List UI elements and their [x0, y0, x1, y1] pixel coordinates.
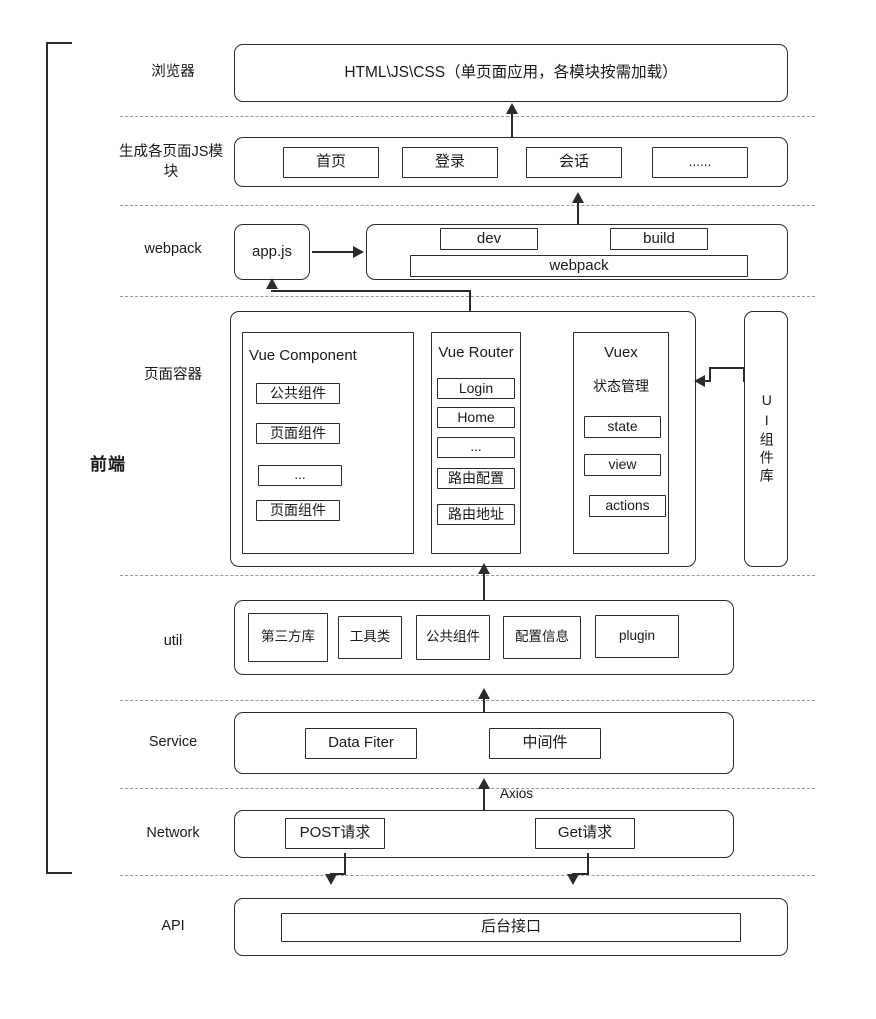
elbow-container-to-appjs-vert: [469, 291, 471, 313]
page-module-session[interactable]: 会话: [526, 147, 622, 178]
service-item-data-filter[interactable]: Data Fiter: [305, 728, 417, 759]
vuex-subtitle: 状态管理: [593, 378, 649, 394]
api-backend-box[interactable]: 后台接口: [281, 913, 741, 942]
divider-pagejs-webpack: [120, 205, 815, 206]
elbow-post-to-api-head: [325, 874, 337, 885]
arrow-appjs-to-bundle-line: [312, 251, 354, 253]
arrow-pagejs-to-browser-head: [506, 103, 518, 114]
architecture-diagram: 前端 浏览器 生成各页面JS模块 webpack 页面容器 util Servi…: [0, 0, 876, 1019]
arrow-appjs-to-bundle-head: [353, 246, 364, 258]
page-module-login[interactable]: 登录: [402, 147, 498, 178]
vue-component-item-1[interactable]: 页面组件: [256, 423, 340, 444]
webpack-build-box[interactable]: build: [610, 228, 708, 250]
layer-label-container: 页面容器: [144, 367, 202, 384]
elbow-uilib-vert2: [709, 367, 711, 381]
page-module-more[interactable]: ......: [652, 147, 748, 178]
arrow-webpack-to-pagejs-head: [572, 192, 584, 203]
util-item-0[interactable]: 第三方库: [248, 613, 328, 662]
elbow-post-to-api-vert: [344, 853, 346, 875]
vuex-item-view[interactable]: view: [584, 454, 661, 476]
vue-component-item-2[interactable]: ...: [258, 465, 342, 486]
ui-library-label: UI组件库: [758, 392, 775, 486]
vue-router-item-4[interactable]: 路由地址: [437, 504, 515, 525]
browser-main-box[interactable]: HTML\JS\CSS（单页面应用，各模块按需加载）: [234, 44, 788, 102]
vue-component-item-3[interactable]: 页面组件: [256, 500, 340, 521]
util-item-4[interactable]: plugin: [595, 615, 679, 658]
elbow-container-to-appjs-head: [266, 278, 278, 289]
service-item-middleware[interactable]: 中间件: [489, 728, 601, 759]
layer-label-service: Service: [148, 734, 198, 751]
elbow-get-to-api-vert: [587, 853, 589, 875]
vuex-item-actions[interactable]: actions: [589, 495, 666, 517]
webpack-bundler-box[interactable]: webpack: [410, 255, 748, 277]
vue-component-item-0[interactable]: 公共组件: [256, 383, 340, 404]
arrow-network-to-service-head: [478, 778, 490, 789]
arrow-util-to-container-line: [483, 570, 485, 600]
layer-label-browser: 浏览器: [151, 64, 195, 81]
elbow-uilib-vert: [743, 368, 745, 382]
webpack-dev-box[interactable]: dev: [440, 228, 538, 250]
vue-component-title: Vue Component: [249, 347, 357, 364]
divider-util-service: [120, 700, 815, 701]
divider-service-network: [120, 788, 815, 789]
util-item-3[interactable]: 配置信息: [503, 616, 581, 659]
elbow-uilib-horiz-bottom: [704, 380, 711, 382]
layer-label-network: Network: [146, 825, 200, 842]
vuex-item-state[interactable]: state: [584, 416, 661, 438]
divider-webpack-container: [120, 296, 815, 297]
layer-label-api: API: [161, 918, 185, 935]
util-item-2[interactable]: 公共组件: [416, 615, 490, 660]
ui-library-box[interactable]: UI组件库: [744, 311, 788, 567]
arrow-network-to-service-line: [483, 788, 485, 810]
elbow-get-to-api-head: [567, 874, 579, 885]
arrow-service-to-util-head: [478, 688, 490, 699]
vuex-panel: [573, 332, 669, 554]
page-module-home[interactable]: 首页: [283, 147, 379, 178]
vue-router-item-1[interactable]: Home: [437, 407, 515, 428]
frontend-label: 前端: [90, 455, 126, 474]
elbow-uilib-head: [694, 375, 705, 387]
network-item-post[interactable]: POST请求: [285, 818, 385, 849]
vue-router-item-3[interactable]: 路由配置: [437, 468, 515, 489]
network-item-get[interactable]: Get请求: [535, 818, 635, 849]
layer-label-page-js: 生成各页面JS模块: [119, 144, 223, 180]
elbow-uilib-horiz-top: [710, 367, 745, 369]
divider-browser-pagejs: [120, 116, 815, 117]
arrow-util-to-container-head: [478, 563, 490, 574]
axios-connector-label: Axios: [500, 786, 534, 801]
elbow-container-to-appjs-horiz: [271, 290, 471, 292]
divider-container-util: [120, 575, 815, 576]
vue-router-item-0[interactable]: Login: [437, 378, 515, 399]
divider-network-api: [120, 875, 815, 876]
vue-router-item-2[interactable]: ...: [437, 437, 515, 458]
vuex-title: Vuex: [604, 344, 638, 361]
layer-label-webpack: webpack: [144, 241, 202, 258]
layer-label-util: util: [163, 633, 183, 650]
webpack-entry-appjs[interactable]: app.js: [234, 224, 310, 280]
vue-router-title: Vue Router: [438, 344, 514, 361]
util-item-1[interactable]: 工具类: [338, 616, 402, 659]
